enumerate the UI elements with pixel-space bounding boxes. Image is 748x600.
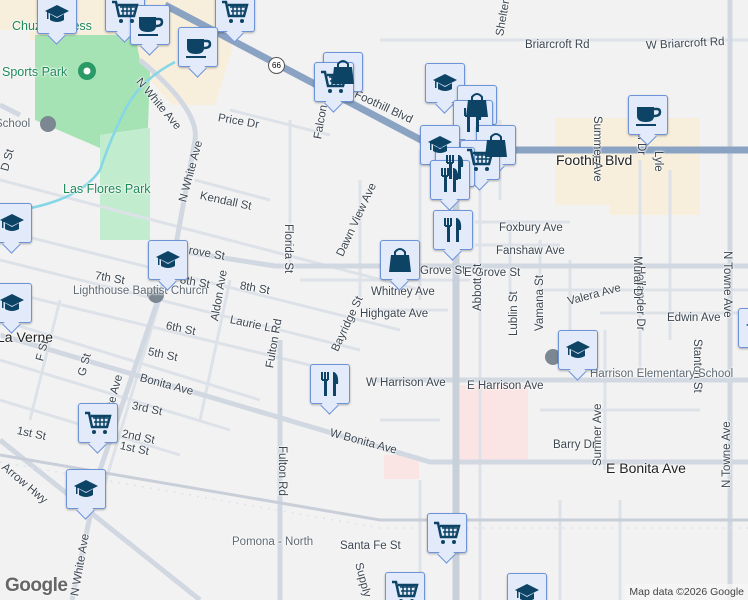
education-marker[interactable] bbox=[66, 469, 106, 509]
coffee-marker[interactable] bbox=[628, 95, 668, 135]
education-icon bbox=[72, 475, 100, 503]
restaurant-marker[interactable] bbox=[310, 364, 350, 404]
map-label: Grove St bbox=[420, 265, 466, 277]
google-logo: Google bbox=[5, 575, 68, 596]
map-label: Summer Ave bbox=[591, 116, 603, 182]
map-label: Las Flores Park bbox=[63, 182, 151, 196]
map-attribution[interactable]: Map data ©2026 Google bbox=[625, 584, 748, 600]
restaurant-icon bbox=[436, 166, 464, 194]
restaurant-marker[interactable] bbox=[433, 210, 473, 250]
map-label: Briarcroft Rd bbox=[525, 39, 590, 51]
coffee-marker[interactable] bbox=[178, 27, 218, 67]
shopping-cart-icon bbox=[111, 0, 139, 26]
education-marker[interactable] bbox=[507, 573, 547, 600]
map-label: Pomona - North bbox=[232, 536, 314, 548]
map-label: Sports Park bbox=[2, 65, 68, 79]
map-label: Florida St bbox=[282, 224, 294, 274]
coffee-icon bbox=[634, 101, 662, 129]
education-icon bbox=[513, 579, 541, 600]
map-label: Vamana St bbox=[534, 274, 546, 331]
education-marker[interactable] bbox=[0, 283, 32, 323]
coffee-icon bbox=[184, 33, 212, 61]
shopping-cart-icon bbox=[320, 68, 348, 96]
shopping-cart-icon bbox=[391, 578, 419, 600]
education-marker[interactable] bbox=[0, 203, 32, 243]
education-marker[interactable] bbox=[558, 330, 598, 370]
map-label: E Harrison Ave bbox=[467, 380, 544, 392]
map-label: Foxbury Ave bbox=[499, 222, 563, 234]
coffee-marker[interactable] bbox=[130, 5, 170, 45]
map-label: Santa Fe St bbox=[340, 540, 401, 552]
coffee-icon bbox=[136, 11, 164, 39]
map-label: Mural Dr bbox=[631, 256, 643, 301]
shopping-bag-icon bbox=[386, 246, 414, 274]
route-66-shield: 66 bbox=[268, 57, 285, 74]
map-label: School bbox=[0, 118, 31, 130]
map-label: W Harrison Ave bbox=[366, 377, 446, 389]
shopping-cart-icon bbox=[433, 519, 461, 547]
map-label: Abbott St bbox=[472, 263, 484, 311]
map[interactable]: 66 Chuze FitnessSports ParkSchoolLas Flo… bbox=[0, 0, 748, 600]
map-label: N Towne Ave bbox=[721, 251, 733, 318]
education-marker[interactable] bbox=[738, 308, 748, 348]
education-icon bbox=[0, 289, 26, 317]
restaurant-icon bbox=[316, 370, 344, 398]
education-icon bbox=[744, 314, 748, 342]
shopping-bag-marker[interactable] bbox=[380, 240, 420, 280]
map-label: Harrison Elementary School bbox=[590, 368, 734, 380]
map-label: Sumner Ave bbox=[592, 403, 604, 466]
shopping-cart-marker[interactable] bbox=[78, 403, 118, 443]
restaurant-icon bbox=[459, 106, 487, 134]
education-icon bbox=[43, 0, 71, 28]
map-label: E Bonita Ave bbox=[606, 460, 686, 476]
shopping-cart-marker[interactable] bbox=[385, 572, 425, 600]
map-label: Whitney Ave bbox=[371, 286, 435, 298]
shopping-cart-marker[interactable] bbox=[427, 513, 467, 553]
shopping-cart-icon bbox=[221, 0, 249, 26]
education-marker[interactable] bbox=[148, 240, 188, 280]
restaurant-icon bbox=[439, 216, 467, 244]
map-label: Barry Dr bbox=[553, 439, 596, 451]
shopping-cart-icon bbox=[84, 409, 112, 437]
education-marker[interactable] bbox=[37, 0, 77, 34]
education-icon bbox=[0, 209, 26, 237]
map-label: Highgate Ave bbox=[360, 308, 429, 320]
map-label: Lublin St bbox=[508, 291, 520, 336]
shopping-cart-icon bbox=[466, 146, 494, 174]
education-icon bbox=[564, 336, 592, 364]
education-icon bbox=[431, 69, 459, 97]
map-label: Fanshaw Ave bbox=[496, 245, 565, 257]
map-label: Edwin Ave bbox=[667, 312, 721, 324]
education-icon bbox=[154, 246, 182, 274]
map-label: Lyle bbox=[652, 151, 664, 172]
map-label: Fulton Rd bbox=[276, 446, 288, 496]
shopping-cart-marker[interactable] bbox=[215, 0, 255, 32]
map-label: N Towne Ave bbox=[721, 421, 733, 488]
map-label: Stanton St bbox=[691, 339, 703, 393]
